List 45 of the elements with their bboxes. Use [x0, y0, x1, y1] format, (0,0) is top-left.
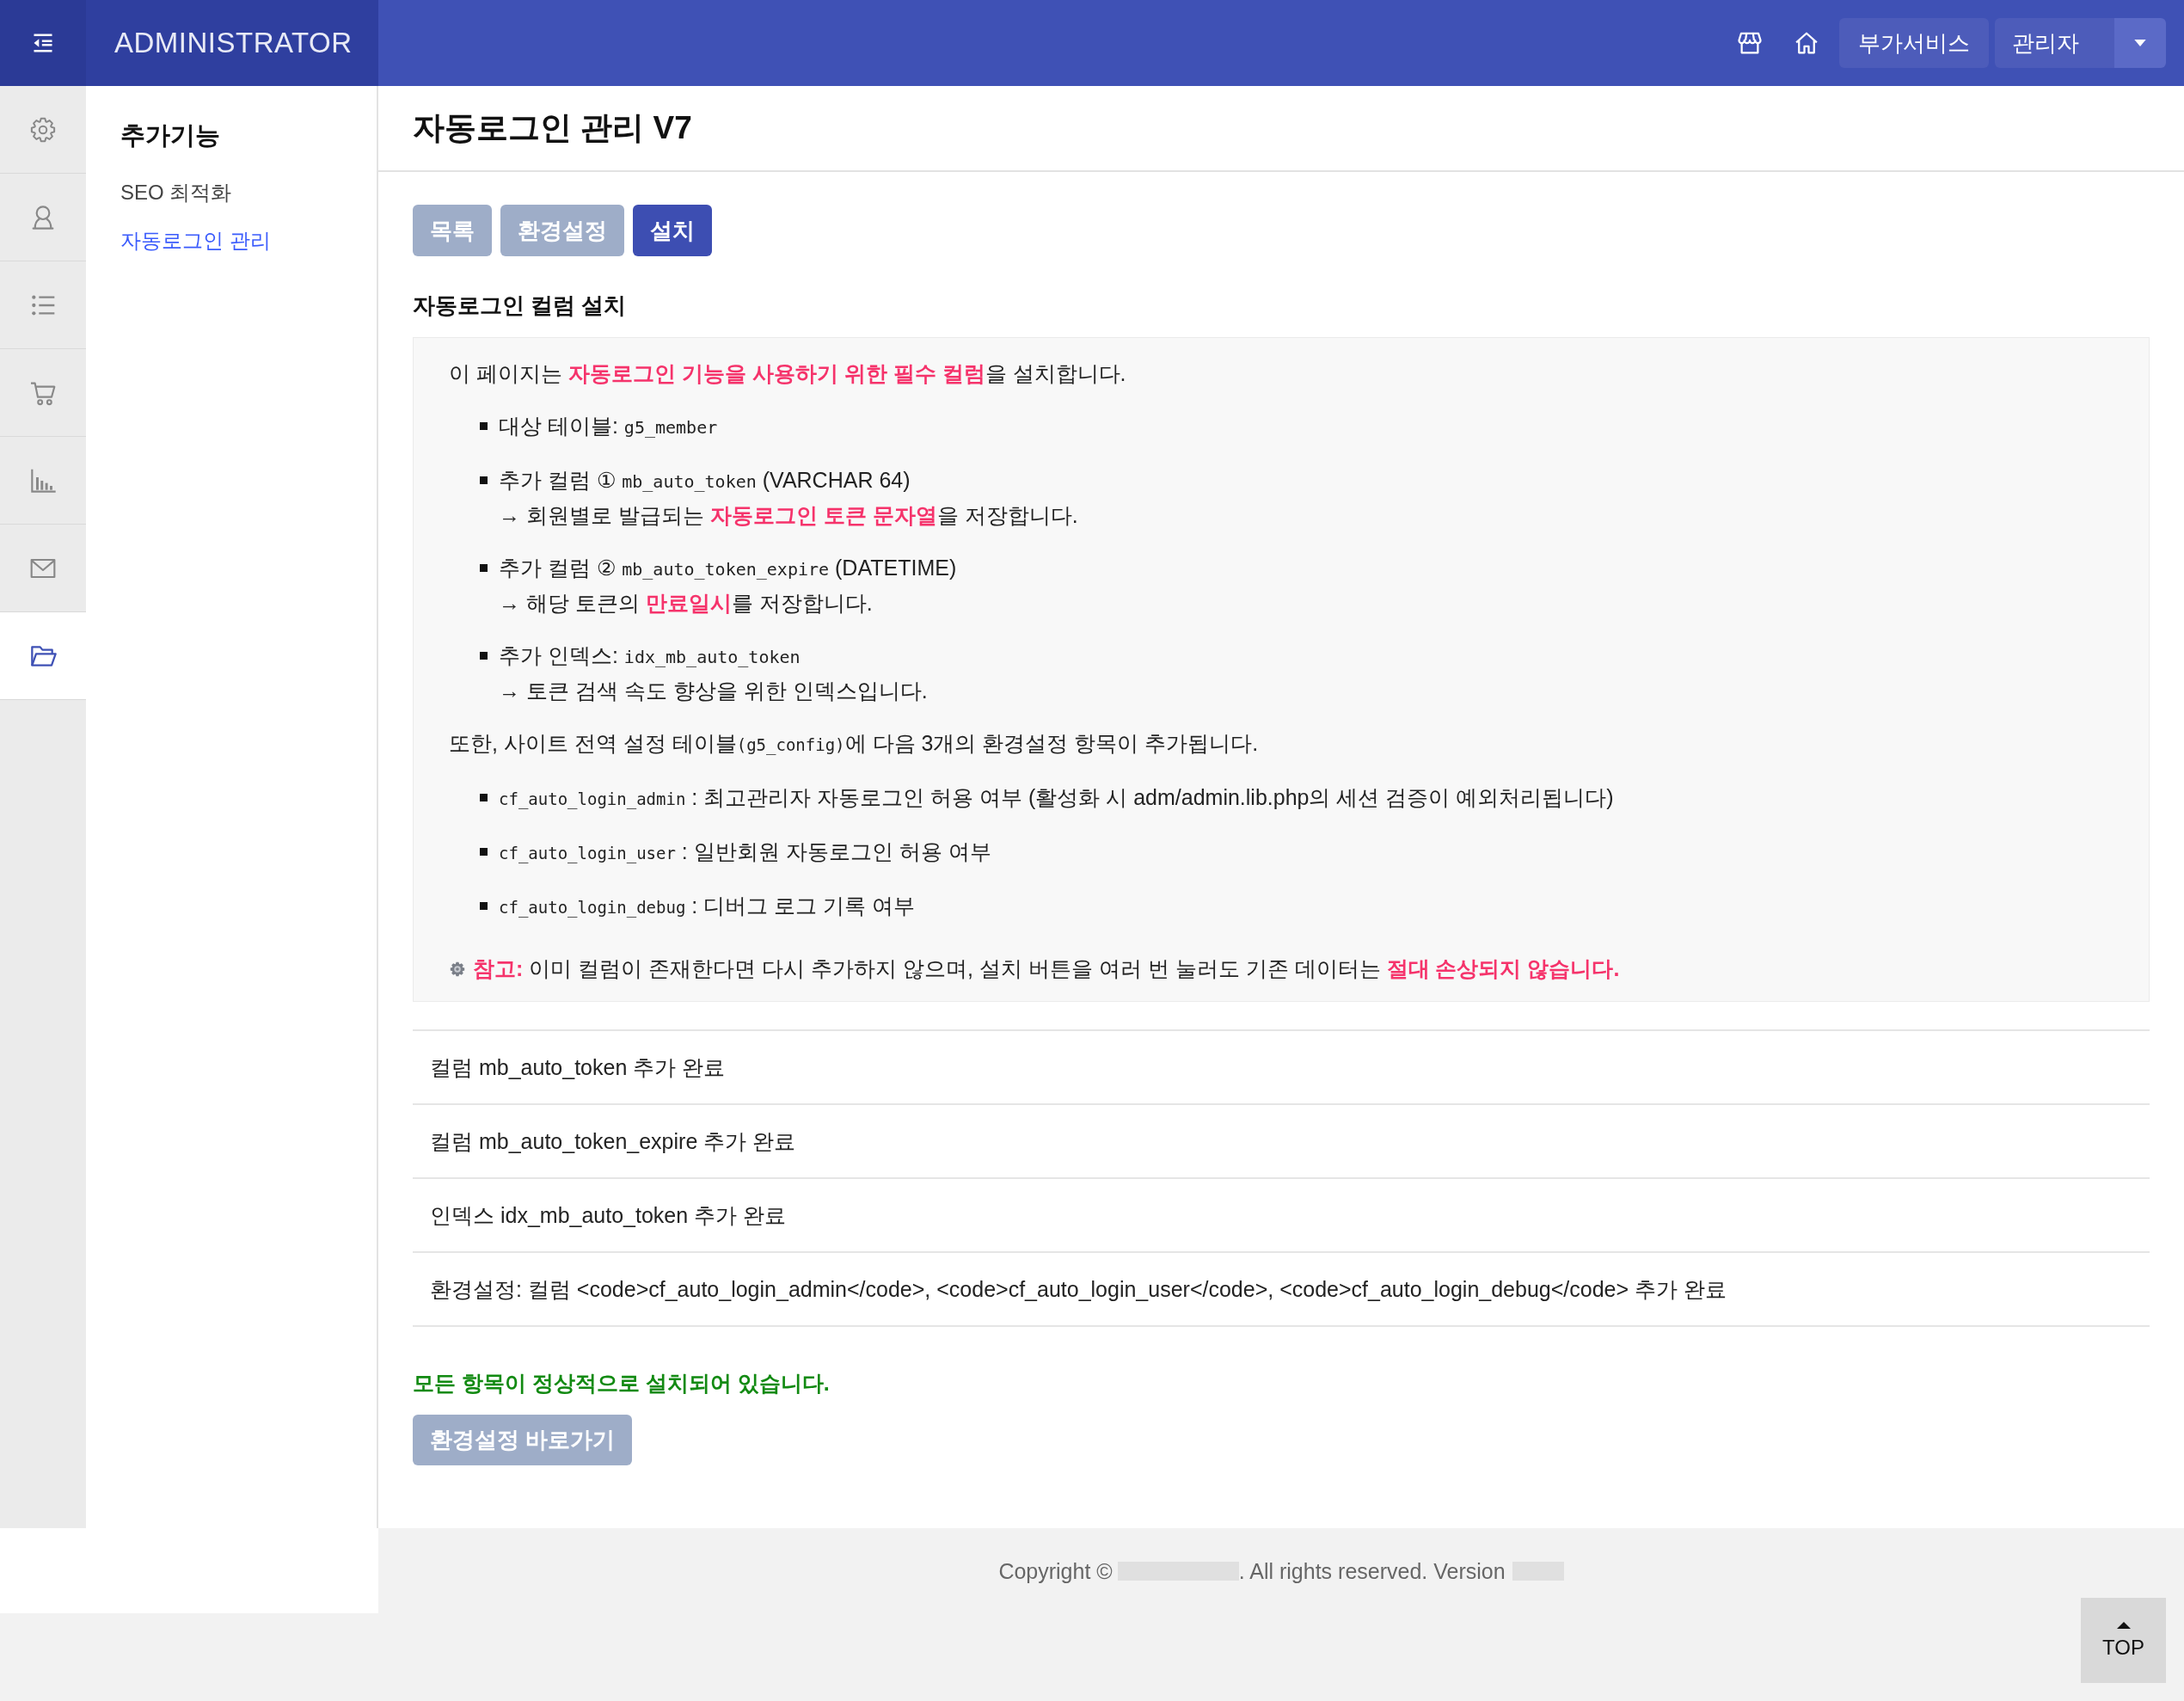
up-triangle-icon: [2116, 1621, 2131, 1629]
sidebar-item[interactable]: [0, 612, 86, 700]
list-item-note: → 토큰 검색 속도 향상을 위한 인덱스입니다.: [499, 678, 928, 704]
tab[interactable]: 설치: [633, 205, 712, 256]
bullet-icon: [480, 422, 488, 430]
page-title: 자동로그인 관리 V7: [413, 109, 692, 147]
bullet-icon: [480, 476, 488, 484]
admin-button[interactable]: 관리자: [1995, 18, 2114, 68]
list-item-text: cf_auto_login_debug : 디버그 로그 기록 여부: [499, 893, 916, 919]
home-icon[interactable]: [1794, 30, 1819, 56]
section-title: 자동로그인 컬럼 설치: [413, 292, 627, 320]
list-item-text: cf_auto_login_admin : 최고관리자 자동로그인 허용 여부 (활성화 시 adm/admin.lib.php의 세션 검증이 예외처리됩니다): [499, 784, 1614, 811]
list-item-text: 추가 컬럼 ② mb_auto_token_expire (DATETIME): [499, 555, 957, 581]
top-button[interactable]: TOP: [2081, 1598, 2166, 1683]
result-text: 인덱스 idx_mb_auto_token 추가 완료: [430, 1201, 787, 1229]
bullet-icon: [480, 902, 488, 910]
note-text: 참고: 이미 컬럼이 존재한다면 다시 추가하지 않으며, 설치 버튼을 여러 번 눌러도 기존 데이터는 절대 손상되지 않습니다.: [473, 955, 1620, 982]
menu-toggle-button[interactable]: [0, 0, 86, 86]
list-item-text: 대상 테이블: g5_member: [499, 413, 718, 439]
caret-icon: [2134, 40, 2146, 46]
intro-text: 이 페이지는 자동로그인 기능을 사용하기 위한 필수 컬럼을 설치합니다.: [449, 360, 1126, 387]
rights-text: . All rights reserved. Version: [1238, 1560, 1506, 1582]
result-text: 컬럼 mb_auto_token 추가 완료: [430, 1053, 726, 1081]
list-item-text: cf_auto_login_user : 일반회원 자동로그인 허용 여부: [499, 838, 991, 865]
result-text: 컬럼 mb_auto_token_expire 추가 완료: [430, 1127, 796, 1155]
store-icon[interactable]: [1737, 30, 1763, 56]
bullet-icon: [480, 794, 488, 801]
bullet-icon: [480, 652, 488, 660]
submenu-link[interactable]: SEO 최적화: [120, 169, 232, 217]
copyright-text: Copyright ©: [998, 1560, 1113, 1582]
gear-icon: [29, 115, 57, 144]
config-intro-text: 또한, 사이트 전역 설정 테이블(g5_config)에 다음 3개의 환경설정 항목이 추가됩니다.: [449, 730, 1259, 757]
bullet-icon: [480, 848, 488, 856]
bullet-icon: [480, 564, 488, 572]
brand-title: ADMINISTRATOR: [86, 0, 378, 86]
list-item-note: → 해당 토큰의 만료일시를 저장합니다.: [499, 590, 873, 617]
list-item-note: → 회원별로 발급되는 자동로그인 토큰 문자열을 저장합니다.: [499, 502, 1078, 529]
services-button[interactable]: 부가서비스: [1839, 18, 1989, 68]
list-item-text: 추가 컬럼 ① mb_auto_token (VARCHAR 64): [499, 467, 911, 494]
result-text: 환경설정: 컬럼 <code>cf_auto_login_admin</code>, <code>cf_auto_login_user</code>, <code>cf_auto_login_debug</code> 추가 완료: [430, 1275, 1727, 1303]
submenu-title: 추가기능: [120, 120, 220, 150]
submenu-link[interactable]: 자동로그인 관리: [120, 217, 271, 265]
gear-icon: [449, 960, 466, 978]
list-item-text: 추가 인덱스: idx_mb_auto_token: [499, 642, 801, 669]
success-message: 모든 항목이 정상적으로 설치되어 있습니다.: [413, 1370, 830, 1397]
